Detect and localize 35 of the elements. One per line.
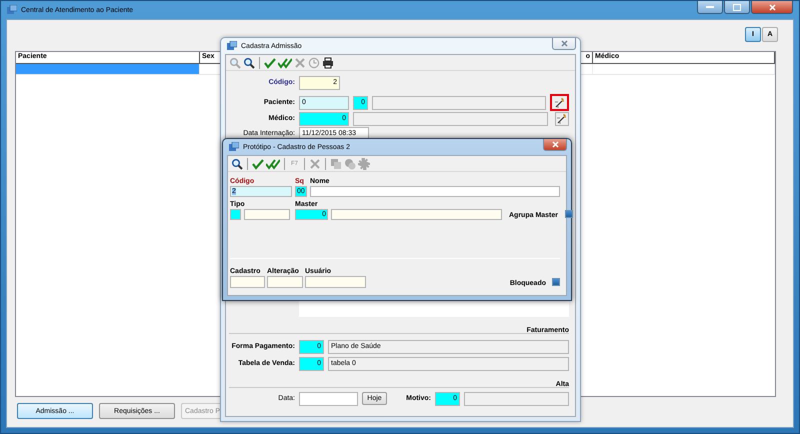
printer-icon[interactable] (322, 56, 334, 68)
maximize-icon (733, 4, 741, 10)
search-icon[interactable] (243, 56, 255, 68)
app-icon (7, 5, 17, 15)
alteracao-field[interactable] (267, 276, 303, 288)
lookup-button[interactable] (550, 94, 569, 111)
close-button[interactable] (751, 1, 793, 14)
checkbox[interactable] (565, 210, 574, 218)
close-button[interactable] (552, 38, 576, 50)
master-field[interactable] (331, 209, 502, 220)
table-cell[interactable] (16, 64, 200, 74)
wand-icon (557, 114, 567, 124)
close-button[interactable] (543, 139, 567, 151)
check-icon[interactable] (264, 56, 276, 68)
wand-icon (554, 98, 564, 108)
nome-field[interactable] (310, 186, 560, 197)
close-icon (768, 4, 776, 10)
double-check-icon[interactable] (278, 56, 292, 68)
close-icon (552, 141, 558, 148)
lookup-button[interactable] (555, 112, 569, 126)
checkbox[interactable] (552, 278, 560, 286)
cadastro-field[interactable] (230, 276, 265, 288)
tipo-code-field[interactable] (230, 209, 241, 220)
date-field[interactable] (299, 392, 358, 406)
usuario-field[interactable] (305, 276, 366, 288)
minimize-button[interactable] (697, 1, 723, 14)
double-check-icon[interactable] (266, 158, 280, 170)
maximize-button[interactable] (724, 1, 750, 14)
search-icon[interactable] (231, 158, 243, 170)
close-icon (560, 40, 568, 47)
app-icon (227, 41, 237, 51)
app-icon (229, 142, 239, 152)
tipo-field[interactable] (244, 209, 290, 220)
minimize-icon (706, 6, 714, 8)
check-icon[interactable] (252, 158, 264, 170)
